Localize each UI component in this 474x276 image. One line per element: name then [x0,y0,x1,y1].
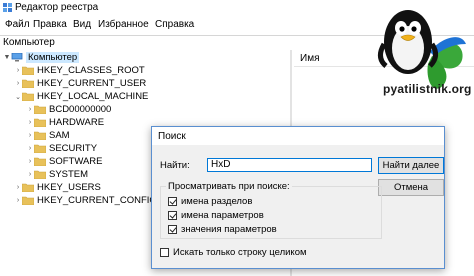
tree-item-label: HKEY_LOCAL_MACHINE [37,91,149,102]
computer-icon [11,53,23,62]
menu-help[interactable]: Справка [155,19,194,30]
collapsed-arrow-icon[interactable]: › [14,67,22,74]
expanded-arrow-icon[interactable]: ⌄ [14,93,22,101]
find-dialog: Поиск Найти: HxD Найти далее Отмена Прос… [151,126,445,269]
collapsed-arrow-icon[interactable]: › [26,171,34,178]
tree-item-system[interactable]: › SYSTEM [26,168,88,181]
folder-icon [34,131,46,140]
folder-icon [34,105,46,114]
data-checkbox[interactable] [168,225,177,234]
menu-edit[interactable]: Правка [33,19,67,30]
find-input[interactable]: HxD [207,158,372,172]
cancel-button[interactable]: Отмена [378,179,444,196]
tree-item-label: HARDWARE [49,117,105,128]
tree-item-label: SECURITY [49,143,98,154]
expanded-arrow-icon[interactable]: ▼ [3,54,11,61]
collapsed-arrow-icon[interactable]: › [14,184,22,191]
folder-icon [34,144,46,153]
folder-icon [34,118,46,127]
address-path: Компьютер [3,37,55,48]
menu-view[interactable]: Вид [73,19,91,30]
tree-item-hklm[interactable]: ⌄ HKEY_LOCAL_MACHINE [14,90,148,103]
collapsed-arrow-icon[interactable]: › [14,197,22,204]
tree-item-hkcc[interactable]: › HKEY_CURRENT_CONFIG [14,194,157,207]
tree-item-bcd[interactable]: › BCD00000000 [26,103,112,116]
look-at-label: Просматривать при поиске: [166,181,292,192]
tree-item-label: BCD00000000 [49,104,112,115]
match-whole-label[interactable]: Искать только строку целиком [173,247,307,258]
tree-item-security[interactable]: › SECURITY [26,142,97,155]
collapsed-arrow-icon[interactable]: › [26,158,34,165]
menu-file[interactable]: Файл [5,19,30,30]
folder-icon [22,196,34,205]
tree-item-label: HKEY_USERS [37,182,101,193]
site-logo-text: pyatilistnik.org [383,82,472,96]
folder-icon [22,66,34,75]
tree-item-hkcr[interactable]: › HKEY_CLASSES_ROOT [14,64,145,77]
find-dialog-titlebar[interactable]: Поиск [152,127,444,145]
collapsed-arrow-icon[interactable]: › [26,106,34,113]
keys-checkbox[interactable] [168,197,177,206]
folder-icon [22,183,34,192]
data-checkbox-label[interactable]: значения параметров [181,224,277,235]
regedit-app-icon [3,3,13,13]
window-title: Редактор реестра [15,2,99,13]
tree-item-computer[interactable]: ▼ Компьютер [3,51,80,64]
tree-item-sam[interactable]: › SAM [26,129,70,142]
folder-open-icon [22,92,34,101]
find-dialog-title: Поиск [158,131,186,142]
collapsed-arrow-icon[interactable]: › [26,119,34,126]
folder-icon [34,170,46,179]
folder-icon [22,79,34,88]
tree-item-label: HKEY_CURRENT_USER [37,78,147,89]
collapsed-arrow-icon[interactable]: › [14,80,22,87]
tree-item-hardware[interactable]: › HARDWARE [26,116,104,129]
find-next-button[interactable]: Найти далее [378,157,444,174]
folder-icon [34,157,46,166]
find-label: Найти: [160,160,190,171]
tree-item-label: HKEY_CURRENT_CONFIG [37,195,157,206]
tree-item-label: HKEY_CLASSES_ROOT [37,65,145,76]
keys-checkbox-label[interactable]: имена разделов [181,196,252,207]
match-whole-checkbox[interactable] [160,248,169,257]
tree-item-label: SOFTWARE [49,156,103,167]
tree-item-hkcu[interactable]: › HKEY_CURRENT_USER [14,77,146,90]
tree-item-label: Компьютер [26,52,80,63]
collapsed-arrow-icon[interactable]: › [26,132,34,139]
column-name-label: Имя [300,53,320,64]
tree-item-label: SAM [49,130,70,141]
collapsed-arrow-icon[interactable]: › [26,145,34,152]
tree-item-label: SYSTEM [49,169,89,180]
tree-item-software[interactable]: › SOFTWARE [26,155,103,168]
values-checkbox-label[interactable]: имена параметров [181,210,264,221]
menu-favorites[interactable]: Избранное [98,19,149,30]
values-checkbox[interactable] [168,211,177,220]
tree-item-hku[interactable]: › HKEY_USERS [14,181,101,194]
